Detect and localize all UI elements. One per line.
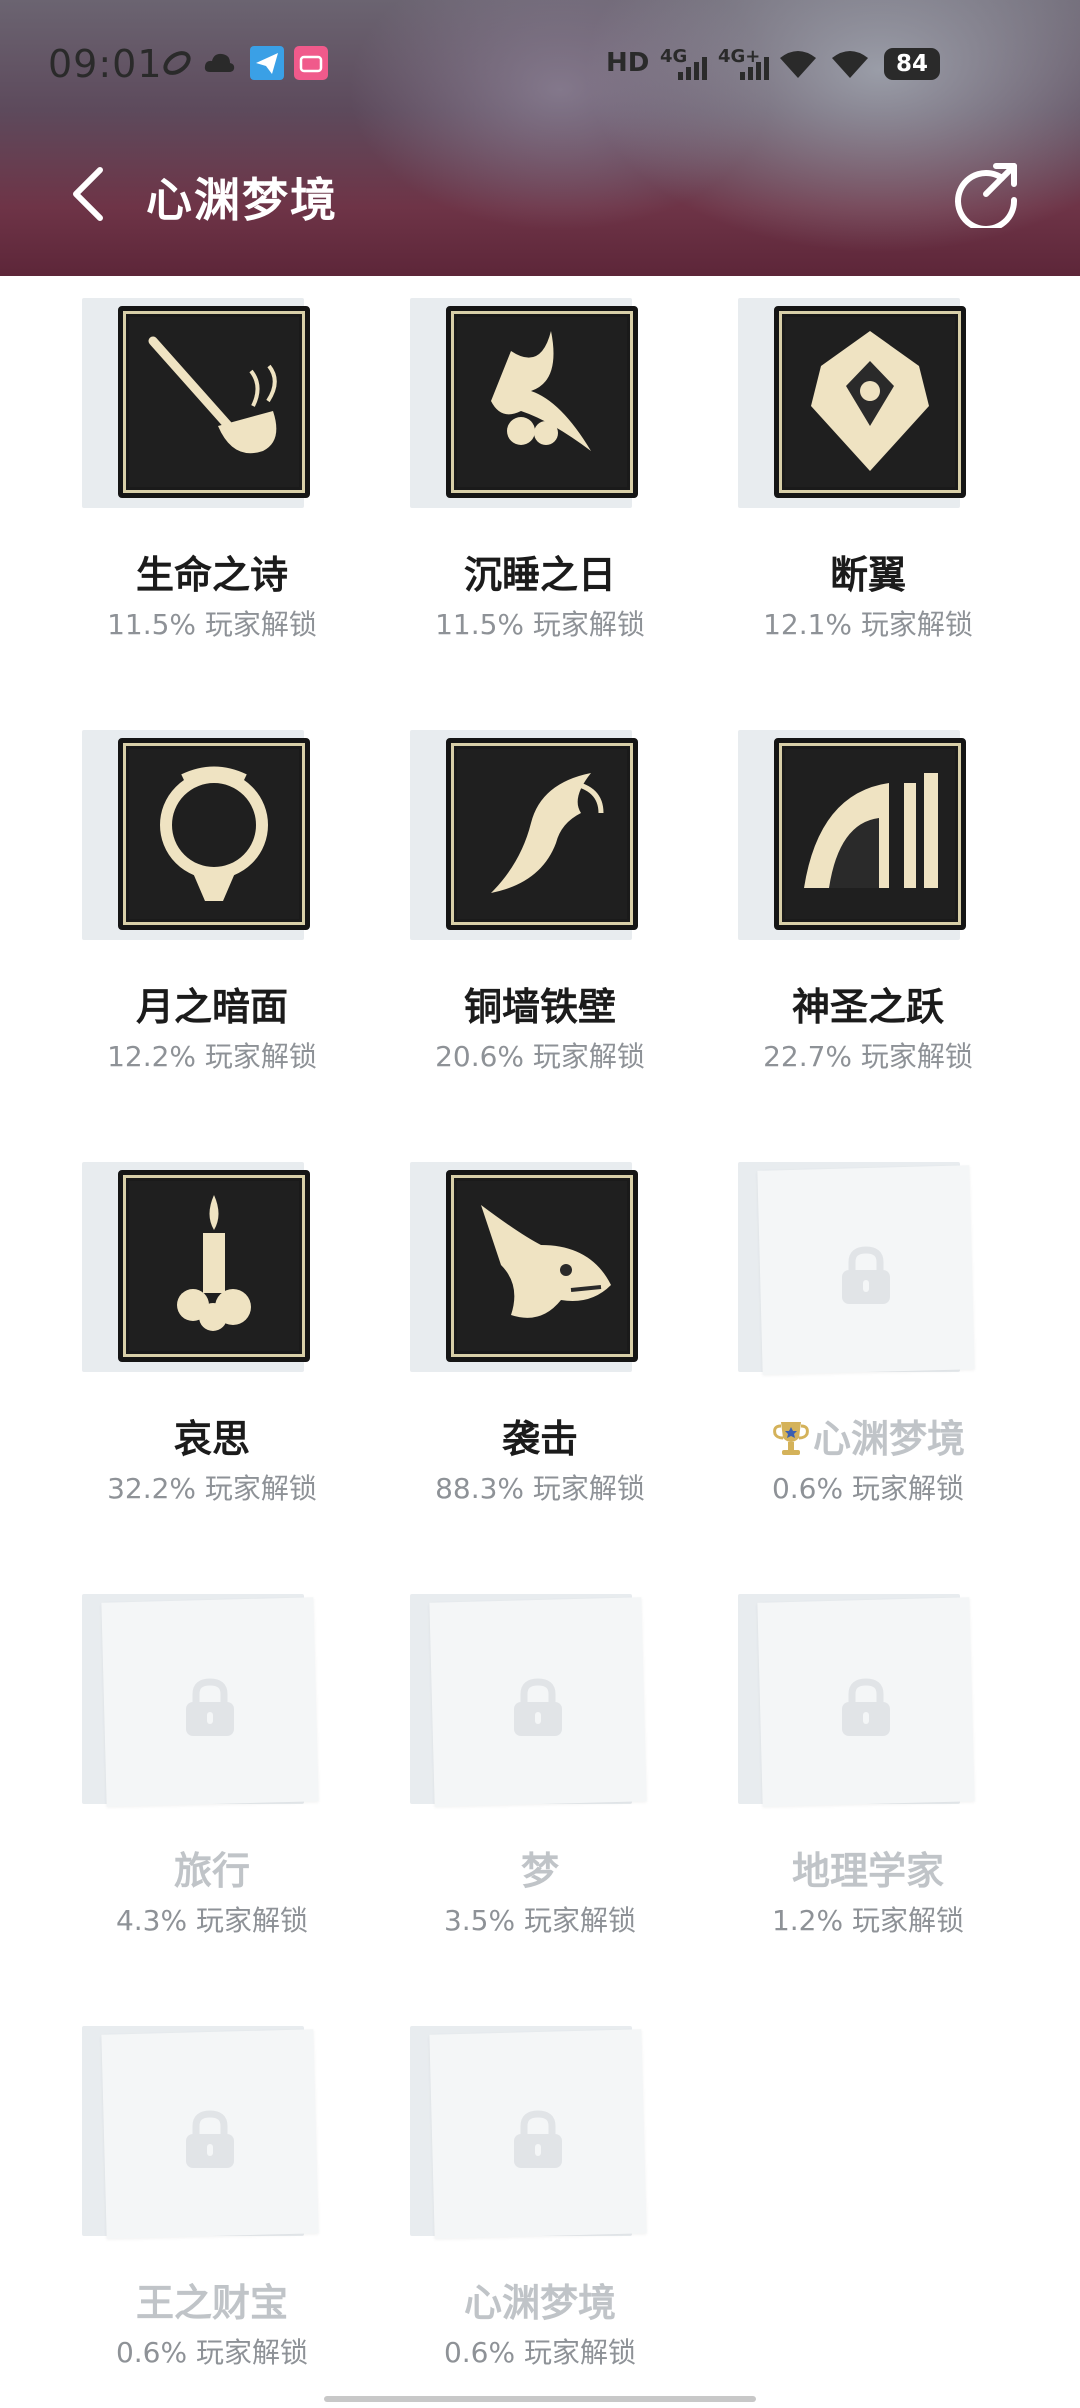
unlock-percent: 4.3% 玩家解锁 — [115, 1904, 309, 1937]
achievement-card[interactable]: 神圣之跃 22.7% 玩家解锁 — [718, 708, 1018, 1073]
unlock-percent: 12.2% 玩家解锁 — [107, 1040, 317, 1073]
unlock-percent: 11.5% 玩家解锁 — [435, 608, 645, 641]
lock-icon — [514, 1678, 562, 1736]
achievement-card-locked[interactable]: 王之财宝 0.6% 玩家解锁 — [62, 2004, 362, 2369]
unlock-percent: 0.6% 玩家解锁 — [771, 1472, 965, 1505]
status-bar: 09:01 HD 4G 4G+ 84 — [0, 36, 1080, 92]
achievement-name: 袭击 — [501, 1417, 578, 1461]
battery-indicator: 84 — [884, 48, 940, 80]
achievement-name: 哀思 — [173, 1417, 250, 1461]
achievement-name: 心渊梦境 — [718, 1408, 1018, 1463]
moon-ring-icon — [118, 738, 310, 930]
bird-rose-icon — [446, 306, 638, 498]
achievement-card[interactable]: 沉睡之日 11.5% 玩家解锁 — [390, 276, 690, 641]
wifi-icon-2 — [832, 51, 868, 78]
achievement-card[interactable]: 断翼 12.1% 玩家解锁 — [718, 276, 1018, 641]
home-indicator[interactable] — [324, 2396, 756, 2402]
unlock-percent: 0.6% 玩家解锁 — [115, 2336, 309, 2369]
achievement-name: 断翼 — [829, 553, 906, 597]
achievement-name: 月之暗面 — [135, 985, 288, 1029]
app-notification-icon — [163, 51, 191, 75]
achievement-card[interactable]: 袭击 88.3% 玩家解锁 — [390, 1140, 690, 1505]
hd-label: HD — [606, 48, 650, 78]
achievement-card[interactable]: 铜墙铁壁 20.6% 玩家解锁 — [390, 708, 690, 1073]
achievement-name: 沉睡之日 — [463, 553, 616, 597]
lock-icon — [186, 2110, 234, 2168]
unlock-percent: 20.6% 玩家解锁 — [435, 1040, 645, 1073]
lock-icon — [186, 1678, 234, 1736]
achievement-card-locked[interactable]: 旅行 4.3% 玩家解锁 — [62, 1572, 362, 1937]
lock-icon — [842, 1246, 890, 1304]
pipe-icon — [118, 306, 310, 498]
achievement-card[interactable]: 生命之诗 11.5% 玩家解锁 — [62, 276, 362, 641]
achievement-name: 旅行 — [173, 1849, 250, 1893]
signal-icon-2 — [740, 57, 769, 80]
achievement-grid: 生命之诗 11.5% 玩家解锁 沉睡之日 11.5% 玩家解锁 断翼 12.1%… — [0, 276, 1080, 2408]
send-app-icon — [250, 46, 284, 80]
unlock-percent: 11.5% 玩家解锁 — [107, 608, 317, 641]
unlock-percent: 0.6% 玩家解锁 — [443, 2336, 637, 2369]
unlock-percent: 32.2% 玩家解锁 — [107, 1472, 317, 1505]
back-arrow-icon[interactable] — [64, 164, 114, 224]
achievement-name: 王之财宝 — [135, 2281, 288, 2325]
achievement-name: 梦 — [520, 1849, 559, 1893]
achievement-name: 铜墙铁壁 — [463, 985, 616, 1029]
unlock-percent: 22.7% 玩家解锁 — [763, 1040, 973, 1073]
trophy-icon — [773, 1422, 809, 1455]
wifi-icon-1 — [780, 51, 816, 78]
achievement-name: 心渊梦境 — [463, 2281, 616, 2325]
achievement-card-locked[interactable]: 心渊梦境 0.6% 玩家解锁 — [390, 2004, 690, 2369]
candle-icon — [118, 1170, 310, 1362]
achievement-name: 地理学家 — [791, 1849, 944, 1893]
share-icon[interactable] — [952, 156, 1024, 228]
achievement-card-locked[interactable]: 梦 3.5% 玩家解锁 — [390, 1572, 690, 1937]
crest-icon — [774, 306, 966, 498]
achievement-card[interactable]: 哀思 32.2% 玩家解锁 — [62, 1140, 362, 1505]
cloud-icon — [204, 53, 235, 72]
lock-icon — [514, 2110, 562, 2168]
page-title: 心渊梦境 — [146, 173, 338, 227]
unlock-percent: 88.3% 玩家解锁 — [435, 1472, 645, 1505]
achievement-name: 神圣之跃 — [791, 985, 944, 1029]
navbar: 心渊梦境 — [0, 150, 1080, 240]
achievement-card-locked[interactable]: 地理学家 1.2% 玩家解锁 — [718, 1572, 1018, 1937]
unlock-percent: 1.2% 玩家解锁 — [771, 1904, 965, 1937]
ruins-icon — [774, 738, 966, 930]
lock-icon — [842, 1678, 890, 1736]
signal-icon-1 — [678, 57, 707, 80]
status-time: 09:01 — [48, 42, 163, 86]
beast-head-icon — [446, 1170, 638, 1362]
dragon-icon — [446, 738, 638, 930]
achievement-card[interactable]: 月之暗面 12.2% 玩家解锁 — [62, 708, 362, 1073]
header: 09:01 HD 4G 4G+ 84 心渊梦境 — [0, 0, 1080, 276]
unlock-percent: 12.1% 玩家解锁 — [763, 608, 973, 641]
achievement-name: 生命之诗 — [135, 553, 288, 597]
bilibili-icon — [294, 46, 328, 80]
achievement-card-locked[interactable]: 心渊梦境 0.6% 玩家解锁 — [718, 1140, 1018, 1505]
unlock-percent: 3.5% 玩家解锁 — [443, 1904, 637, 1937]
